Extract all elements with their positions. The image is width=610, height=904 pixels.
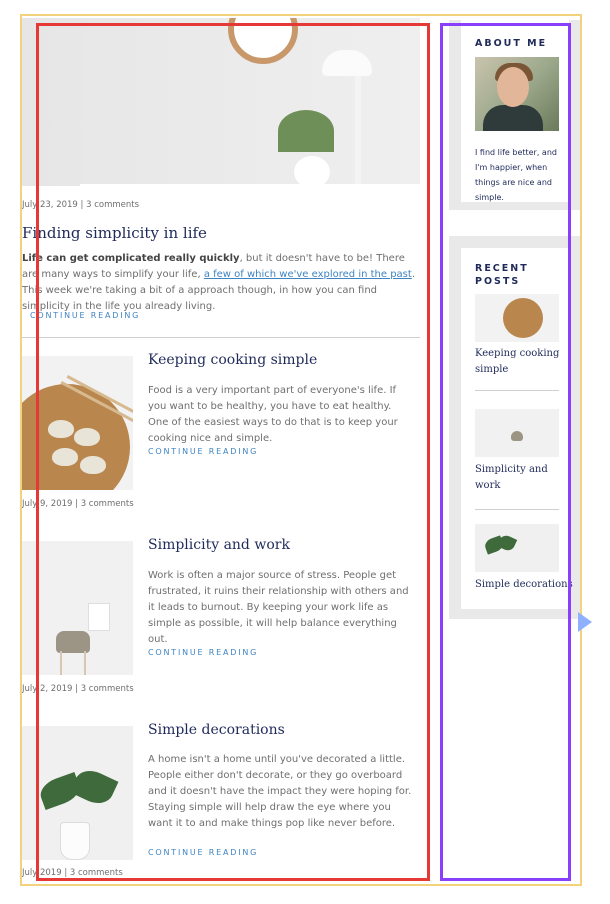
pointer-arrow-icon: [578, 612, 592, 632]
main-content-highlight-frame: [36, 23, 430, 881]
sidebar-highlight-frame: [440, 23, 571, 881]
